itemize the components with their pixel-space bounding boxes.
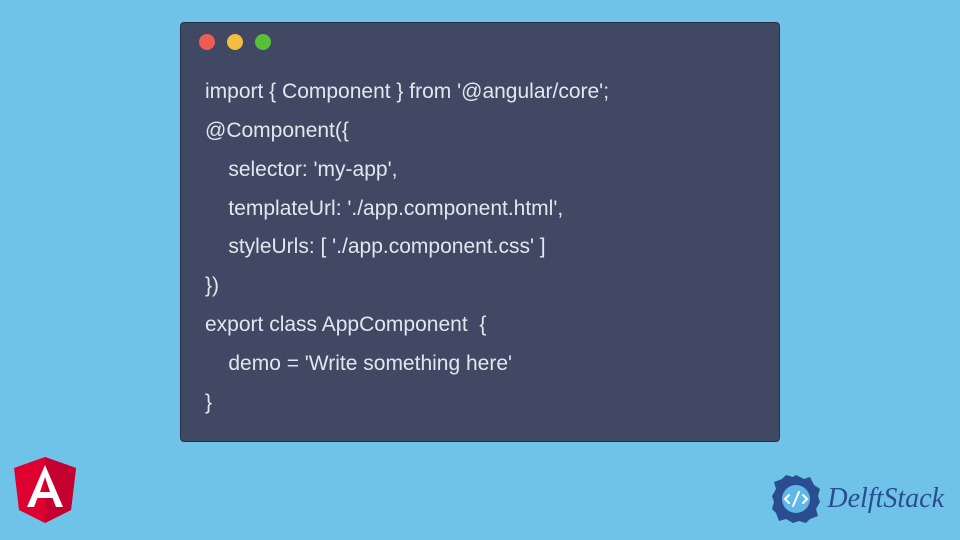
code-line: demo = 'Write something here' xyxy=(205,352,512,375)
angular-logo-icon xyxy=(14,457,76,528)
code-line: selector: 'my-app', xyxy=(205,158,397,181)
delftstack-logo-icon xyxy=(769,472,823,526)
code-line: styleUrls: [ './app.component.css' ] xyxy=(205,235,546,258)
delftstack-label: DelftStack xyxy=(827,483,944,515)
code-line: export class AppComponent { xyxy=(205,313,486,336)
code-line: @Component({ xyxy=(205,119,349,142)
close-icon xyxy=(199,34,215,50)
delftstack-branding: DelftStack xyxy=(769,472,944,526)
code-window: import { Component } from '@angular/core… xyxy=(180,22,780,442)
code-block: import { Component } from '@angular/core… xyxy=(181,61,779,443)
minimize-icon xyxy=(227,34,243,50)
maximize-icon xyxy=(255,34,271,50)
code-line: import { Component } from '@angular/core… xyxy=(205,80,609,103)
code-line: }) xyxy=(205,274,219,297)
code-line: } xyxy=(205,391,212,414)
window-titlebar xyxy=(181,23,779,61)
code-line: templateUrl: './app.component.html', xyxy=(205,197,563,220)
